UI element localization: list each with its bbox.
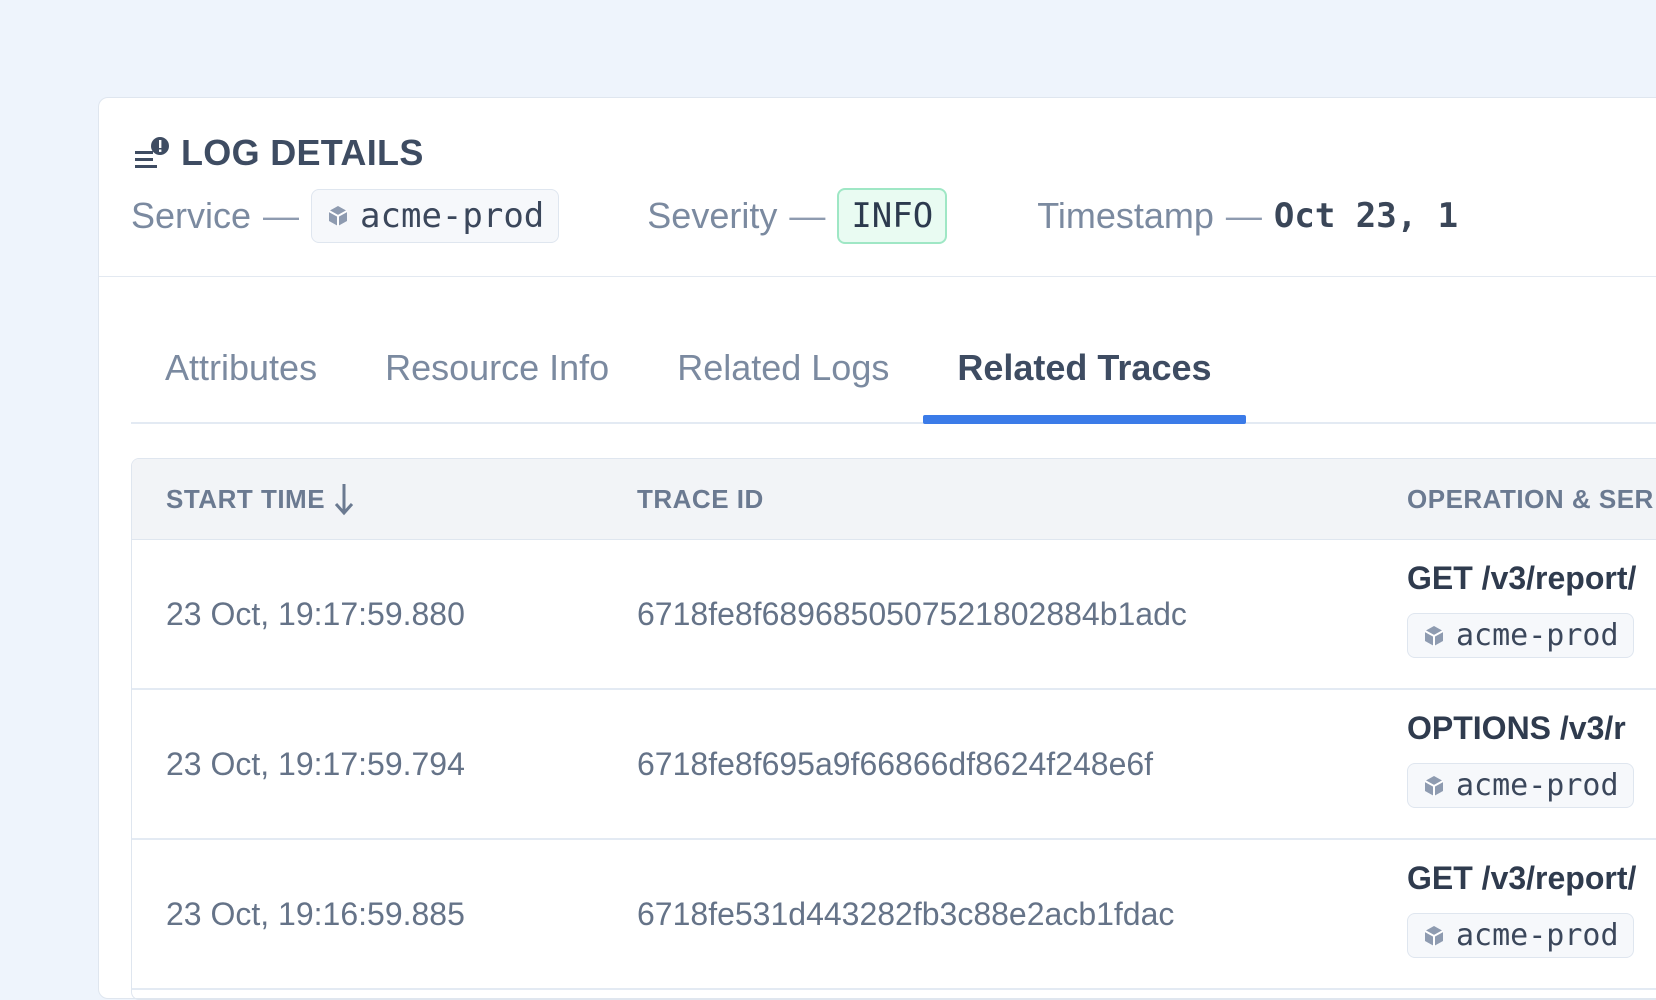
start-time-cell: 23 Oct, 19:16:59.885 [166, 895, 465, 932]
log-alert-icon [135, 137, 169, 168]
service-label: Service [131, 195, 252, 236]
table-row[interactable]: 23 Oct, 19:16:59.885 6718fe531d443282fb3… [132, 840, 1656, 990]
related-traces-table: START TIME TRACE ID OPERATION & SER 23 O… [131, 458, 1656, 1000]
trace-id-cell[interactable]: 6718fe8f695a9f66866df8624f248e6f [637, 690, 1153, 838]
start-time-cell: 23 Oct, 19:17:59.794 [166, 745, 465, 782]
service-chip[interactable]: acme-prod [311, 189, 560, 243]
service-value: acme-prod [360, 196, 545, 236]
table-header: START TIME TRACE ID OPERATION & SER [132, 459, 1656, 540]
log-meta-row: Service — acme-prod Severity — INFO Time… [131, 188, 1458, 244]
service-name: acme-prod [1456, 768, 1619, 803]
tab-related-traces[interactable]: Related Traces [923, 318, 1246, 424]
severity-label: Severity [647, 195, 778, 236]
cube-icon [1424, 625, 1444, 646]
timestamp-dash: — [1225, 195, 1262, 236]
trace-id-cell[interactable]: 6718fe8f6896850507521802884b1adc [637, 540, 1187, 688]
start-time-cell: 23 Oct, 19:17:59.880 [166, 595, 465, 632]
column-header-start-time[interactable]: START TIME [166, 482, 355, 516]
severity-badge: INFO [837, 188, 948, 244]
service-chip[interactable]: acme-prod [1407, 763, 1634, 808]
service-name: acme-prod [1456, 918, 1619, 953]
tab-resource-info[interactable]: Resource Info [351, 318, 643, 422]
sort-desc-arrow-icon [334, 484, 354, 516]
cube-icon [1424, 775, 1444, 796]
operation-cell: OPTIONS /v3/r acme-prod [1407, 710, 1634, 808]
timestamp-label: Timestamp [1037, 195, 1214, 236]
column-header-trace-id[interactable]: TRACE ID [637, 484, 764, 515]
operation-name: GET /v3/report/ [1407, 860, 1637, 896]
severity-dash: — [789, 195, 826, 236]
service-chip[interactable]: acme-prod [1407, 613, 1634, 658]
tab-related-logs[interactable]: Related Logs [643, 318, 923, 422]
cube-icon [328, 206, 348, 226]
service-name: acme-prod [1456, 618, 1619, 653]
column-label: OPERATION & SER [1407, 483, 1654, 514]
operation-name: GET /v3/report/ [1407, 560, 1637, 596]
panel-title-text: LOG DETAILS [181, 132, 424, 173]
service-dash: — [263, 195, 300, 236]
detail-tabs: Attributes Resource Info Related Logs Re… [131, 318, 1656, 424]
timestamp-value: Oct 23, 1 [1273, 196, 1459, 236]
column-header-operation-service[interactable]: OPERATION & SER [1407, 484, 1654, 515]
log-details-panel: LOG DETAILS Service — acme-prod Severity… [98, 97, 1656, 1000]
panel-title: LOG DETAILS [133, 132, 424, 174]
trace-id-cell[interactable]: 6718fe531d443282fb3c88e2acb1fdac [637, 840, 1174, 988]
tab-attributes[interactable]: Attributes [131, 318, 351, 422]
operation-cell: GET /v3/report/ acme-prod [1407, 560, 1636, 658]
table-row[interactable]: 23 Oct, 19:17:59.794 6718fe8f695a9f66866… [132, 690, 1656, 840]
column-label: TRACE ID [637, 483, 764, 514]
service-chip[interactable]: acme-prod [1407, 913, 1634, 958]
operation-cell: GET /v3/report/ acme-prod [1407, 860, 1636, 958]
log-details-header: LOG DETAILS Service — acme-prod Severity… [99, 98, 1656, 277]
cube-icon [1424, 925, 1444, 946]
column-label: START TIME [166, 483, 326, 514]
table-row[interactable]: 23 Oct, 19:17:59.880 6718fe8f68968505075… [132, 540, 1656, 690]
operation-name: OPTIONS /v3/r [1407, 710, 1626, 746]
